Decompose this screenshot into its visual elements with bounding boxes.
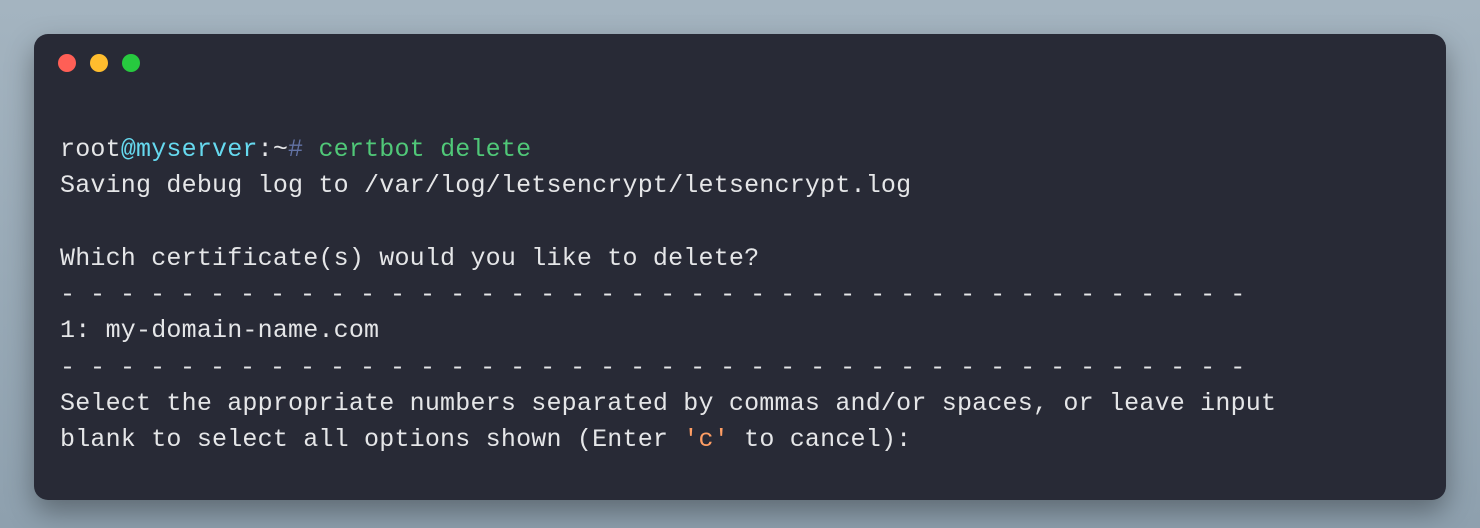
- window-titlebar: [34, 34, 1446, 92]
- terminal-command: certbot delete: [318, 135, 531, 164]
- terminal-window: root@myserver:~# certbot delete Saving d…: [34, 34, 1446, 500]
- prompt-host: myserver: [136, 135, 258, 164]
- output-instruction-pre: Select the appropriate numbers separated…: [60, 389, 1276, 454]
- prompt-user: root: [60, 135, 121, 164]
- close-icon[interactable]: [58, 54, 76, 72]
- output-divider: - - - - - - - - - - - - - - - - - - - - …: [60, 280, 1245, 309]
- output-cert-option: 1: my-domain-name.com: [60, 316, 379, 345]
- maximize-icon[interactable]: [122, 54, 140, 72]
- minimize-icon[interactable]: [90, 54, 108, 72]
- prompt-hash: #: [288, 135, 318, 164]
- output-log-line: Saving debug log to /var/log/letsencrypt…: [60, 171, 911, 200]
- output-divider: - - - - - - - - - - - - - - - - - - - - …: [60, 353, 1245, 382]
- terminal-body[interactable]: root@myserver:~# certbot delete Saving d…: [34, 92, 1446, 484]
- prompt-colon: :: [258, 135, 273, 164]
- prompt-at: @: [121, 135, 136, 164]
- output-cancel-char: 'c': [683, 425, 729, 454]
- output-question: Which certificate(s) would you like to d…: [60, 244, 759, 273]
- prompt-path: ~: [273, 135, 288, 164]
- output-instruction-post: to cancel):: [729, 425, 911, 454]
